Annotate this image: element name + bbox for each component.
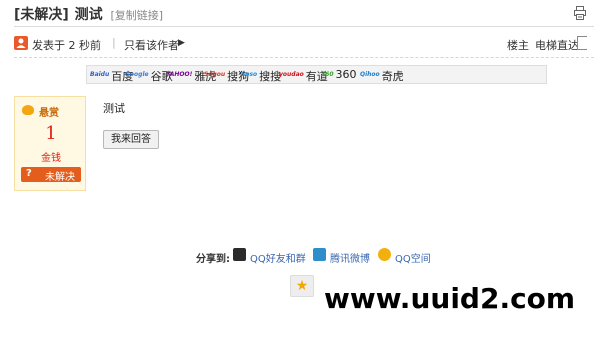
divider [14, 26, 594, 27]
elevator-label[interactable]: 电梯直达 [535, 37, 579, 53]
thread-title-bar: [未解决] 测试 [复制链接] [14, 4, 594, 23]
divider [14, 57, 594, 58]
search-engine-link[interactable]: Qihoo 奇虎 [360, 68, 404, 83]
bounty-title: 悬赏 [39, 108, 59, 119]
gold-ingot-icon [22, 105, 34, 115]
search-engine-logo-icon: Qihoo [360, 71, 380, 78]
post-time: 发表于 2 秒前 [32, 39, 101, 52]
printer-icon[interactable] [574, 6, 586, 20]
search-engine-logo-icon: 360 [321, 71, 334, 78]
search-engine-label: 搜搜 [259, 70, 282, 83]
watermark: www.uuid2.com [324, 282, 576, 315]
search-engine-logo-icon: YAHOO! [166, 71, 193, 78]
qzone-icon [378, 248, 391, 261]
search-engine-logo-icon: Sogou [204, 71, 226, 78]
tencent-weibo-icon [313, 248, 326, 261]
bounty-box: 悬赏 1 金钱 ? 未解决 [14, 96, 86, 191]
search-engine-bar: Baidu 百度 Google 谷歌 YAHOO! 雅虎 Sogou 搜狗 Soso 搜搜 youd… [86, 65, 547, 84]
post-content: 测试 [103, 102, 125, 115]
author-bar: 发表于 2 秒前 | 只看该作者 ▶ 楼主 电梯直达 [14, 36, 606, 52]
search-engine-link[interactable]: 360 360 [321, 68, 357, 82]
answer-button[interactable]: 我来回答 [103, 130, 159, 149]
copy-link[interactable]: [复制链接] [110, 9, 163, 22]
bounty-amount: 1 [45, 123, 57, 144]
share-weibo-label: 腾讯微博 [330, 254, 370, 265]
bounty-unit: 金钱 [41, 153, 61, 164]
share-qq-label: QQ好友和群 [250, 254, 306, 265]
share-qq-button[interactable]: QQ好友和群 [233, 248, 325, 265]
author-avatar-icon [14, 36, 28, 50]
search-engine-logo-icon: Soso [241, 71, 258, 78]
elevator-input[interactable] [577, 36, 587, 50]
favorite-button[interactable]: ★ [290, 275, 314, 297]
star-icon: ★ [295, 278, 309, 294]
unsolved-label: 未解决 [45, 172, 75, 183]
separator: | [112, 36, 116, 49]
caret-right-icon: ▶ [178, 38, 185, 48]
qq-icon [233, 248, 246, 261]
page-title: 测试 [74, 7, 103, 23]
only-author-link[interactable]: 只看该作者 [124, 37, 179, 53]
unsolved-status-badge: ? 未解决 [21, 167, 81, 183]
search-engine-logo-icon: Baidu [90, 71, 110, 78]
floor-label: 楼主 [507, 39, 529, 52]
search-engine-logo-icon: Google [125, 71, 149, 78]
search-engine-link[interactable]: Soso 搜搜 [241, 68, 282, 83]
search-engine-label: 奇虎 [381, 70, 404, 83]
thread-status: [未解决] [14, 7, 69, 23]
search-engine-logo-icon: youdao [279, 71, 304, 78]
share-qzone-label: QQ空间 [395, 254, 431, 265]
share-tencent-weibo-button[interactable]: 腾讯微博 [313, 248, 377, 265]
question-icon: ? [26, 168, 32, 179]
search-engine-label: 360 [335, 68, 357, 81]
share-label: 分享到: [196, 254, 230, 265]
share-qzone-button[interactable]: QQ空间 [378, 248, 442, 265]
